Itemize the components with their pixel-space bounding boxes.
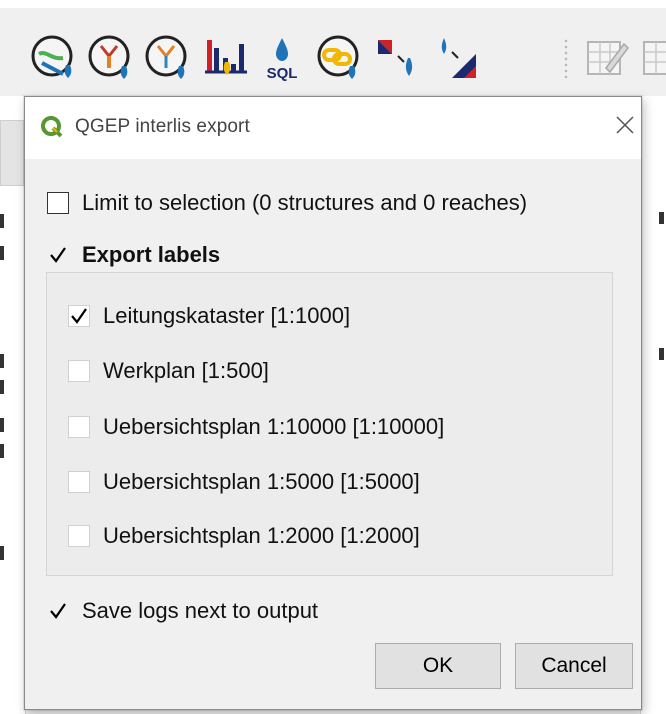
scale-box-uebersichtsplan-10000[interactable] <box>68 416 90 438</box>
scale-label: Werkplan [1:500] <box>103 358 269 383</box>
downstream-icon[interactable] <box>144 34 192 82</box>
upstream-icon[interactable] <box>87 34 135 82</box>
interlis-export-dialog: QGEP interlis export Limit to selection … <box>24 96 642 710</box>
scale-checkbox-leitungskataster[interactable]: Leitungskataster [1:1000] <box>68 303 350 329</box>
refresh-network-icon[interactable] <box>372 34 420 82</box>
scale-label: Uebersichtsplan 1:2000 [1:2000] <box>103 523 420 548</box>
scale-checkbox-uebersichtsplan-10000[interactable]: Uebersichtsplan 1:10000 [1:10000] <box>68 414 444 440</box>
save-logs-checkbox[interactable]: Save logs next to output <box>47 598 318 624</box>
checkmark-icon <box>71 308 87 324</box>
background-panel-left <box>0 96 26 714</box>
edit-layer-partial-icon[interactable] <box>640 34 666 82</box>
export-labels-label: Export labels <box>82 242 221 267</box>
close-icon[interactable] <box>613 113 637 137</box>
scale-checkbox-uebersichtsplan-5000[interactable]: Uebersichtsplan 1:5000 [1:5000] <box>68 469 420 495</box>
dialog-title: QGEP interlis export <box>75 116 250 137</box>
export-labels-box[interactable] <box>47 244 69 266</box>
toolbar-separator <box>563 38 569 78</box>
profile-icon[interactable] <box>201 34 249 82</box>
limit-to-selection-label: Limit to selection (0 structures and 0 r… <box>82 190 528 215</box>
dialog-titlebar: QGEP interlis export <box>25 97 641 159</box>
scale-label: Leitungskataster [1:1000] <box>103 303 351 328</box>
scale-label: Uebersichtsplan 1:10000 [1:10000] <box>103 414 445 439</box>
connect-wastewater-networkelement-icon[interactable] <box>314 34 362 82</box>
ok-button[interactable]: OK <box>375 643 501 689</box>
background-tab-strip <box>0 120 24 186</box>
data-model-icon[interactable] <box>432 34 480 82</box>
background-panel-right <box>640 96 666 714</box>
qgis-logo-icon <box>41 116 63 138</box>
save-logs-label: Save logs next to output <box>82 598 319 623</box>
scale-checkbox-uebersichtsplan-2000[interactable]: Uebersichtsplan 1:2000 [1:2000] <box>68 523 420 549</box>
edit-layer-icon[interactable] <box>584 34 632 82</box>
scale-box-uebersichtsplan-2000[interactable] <box>68 525 90 547</box>
plugin-toolbar: SQL <box>0 0 666 96</box>
export-labels-checkbox[interactable]: Export labels <box>47 242 220 268</box>
scale-box-uebersichtsplan-5000[interactable] <box>68 471 90 493</box>
cancel-button[interactable]: Cancel <box>515 643 633 689</box>
sql-icon-text: SQL <box>267 65 298 82</box>
scale-box-werkplan[interactable] <box>68 360 90 382</box>
checkmark-icon <box>50 603 66 619</box>
scale-checkbox-werkplan[interactable]: Werkplan [1:500] <box>68 358 269 384</box>
limit-to-selection-checkbox[interactable]: Limit to selection (0 structures and 0 r… <box>47 190 527 216</box>
save-logs-box[interactable] <box>47 600 69 622</box>
scale-box-leitungskataster[interactable] <box>68 305 90 327</box>
network-following-icon[interactable] <box>30 34 78 82</box>
scale-label: Uebersichtsplan 1:5000 [1:5000] <box>103 469 420 494</box>
limit-to-selection-box[interactable] <box>47 192 69 214</box>
sql-wizard-icon[interactable]: SQL <box>258 34 306 82</box>
checkmark-icon <box>50 247 66 263</box>
